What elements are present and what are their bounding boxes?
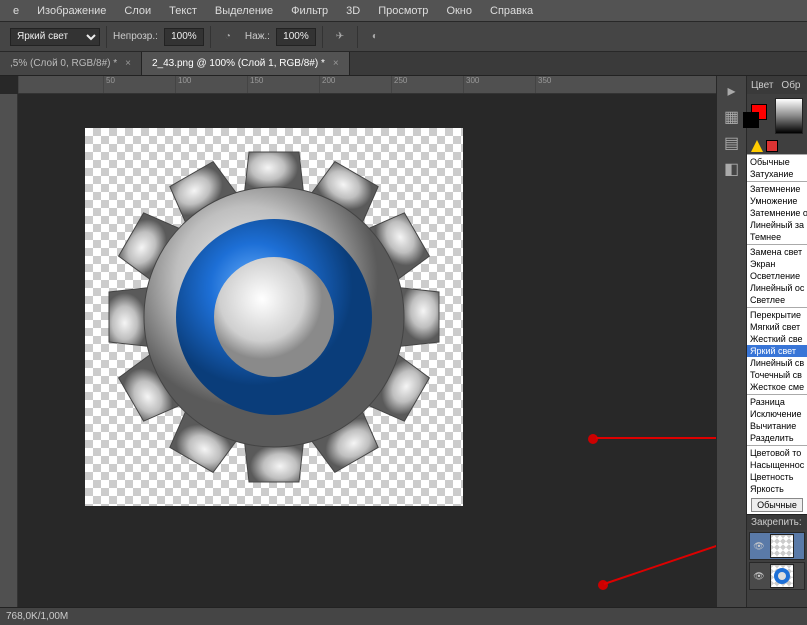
- canvas-area: 50 100 150 200 250 300 350: [0, 76, 716, 607]
- pressure-size-icon[interactable]: ◐: [364, 27, 386, 47]
- layer-row[interactable]: 👁: [749, 562, 805, 590]
- doc-size-label: 768,0K/1,00M: [6, 611, 68, 622]
- document-tab[interactable]: ,5% (Слой 0, RGB/8#) * ×: [0, 52, 142, 75]
- menu-item[interactable]: Слои: [115, 5, 160, 17]
- vertical-ruler[interactable]: [0, 94, 18, 607]
- close-icon[interactable]: ×: [125, 58, 131, 69]
- collapsed-panel-strip: ▸ ▦ ▤ ◧: [716, 76, 746, 607]
- opacity-label: Непрозр.:: [113, 31, 158, 42]
- menu-item[interactable]: Текст: [160, 5, 206, 17]
- pressure-opacity-icon[interactable]: ◔: [217, 27, 239, 47]
- lock-label: Закрепить:: [747, 514, 807, 530]
- menu-item[interactable]: Справка: [481, 5, 542, 17]
- visibility-eye-icon[interactable]: 👁: [750, 567, 768, 585]
- gear-image: [104, 147, 444, 487]
- visibility-eye-icon[interactable]: 👁: [750, 537, 768, 555]
- airbrush-icon[interactable]: ✈: [329, 27, 351, 47]
- right-panels: Цвет Обр Обычные Затухание Затемнение Ум…: [746, 76, 807, 607]
- opacity-input[interactable]: [164, 28, 204, 46]
- blend-mode-select[interactable]: Яркий свет: [10, 28, 100, 46]
- color-ramp[interactable]: [775, 98, 803, 134]
- annotation-arrow: [598, 536, 716, 596]
- annotation-arrow: [588, 432, 716, 452]
- tab-label: ,5% (Слой 0, RGB/8#) *: [10, 58, 117, 69]
- layers-panel: 👁 👁: [747, 530, 807, 594]
- history-panel-icon[interactable]: ▦: [721, 106, 743, 128]
- options-bar: Яркий свет Непрозр.: ◔ Наж.: ✈ ◐: [0, 22, 807, 52]
- blend-normal-button[interactable]: Обычные: [751, 498, 803, 512]
- close-icon[interactable]: ×: [333, 58, 339, 69]
- panel-toggle-icon[interactable]: ▸: [721, 80, 743, 102]
- props-tab[interactable]: Обр: [781, 80, 800, 91]
- flow-label: Наж.:: [245, 31, 270, 42]
- gamut-warning-icon[interactable]: [751, 140, 763, 152]
- flow-input[interactable]: [276, 28, 316, 46]
- annotation-dot: [588, 434, 598, 444]
- status-bar: 768,0K/1,00M: [0, 607, 807, 625]
- menu-item[interactable]: 3D: [337, 5, 369, 17]
- properties-panel-icon[interactable]: ◧: [721, 158, 743, 180]
- menu-item[interactable]: Фильтр: [282, 5, 337, 17]
- document-tab[interactable]: 2_43.png @ 100% (Слой 1, RGB/8#) * ×: [142, 52, 350, 75]
- blend-mode-list[interactable]: Обычные Затухание Затемнение Умножение З…: [747, 154, 807, 514]
- tab-label: 2_43.png @ 100% (Слой 1, RGB/8#) *: [152, 58, 325, 69]
- menu-item[interactable]: Выделение: [206, 5, 282, 17]
- document-tabs: ,5% (Слой 0, RGB/8#) * × 2_43.png @ 100%…: [0, 52, 807, 76]
- actions-panel-icon[interactable]: ▤: [721, 132, 743, 154]
- menu-item[interactable]: Изображение: [28, 5, 115, 17]
- last-color-swatch[interactable]: [766, 140, 778, 152]
- color-tab[interactable]: Цвет: [751, 80, 773, 91]
- horizontal-ruler[interactable]: 50 100 150 200 250 300 350: [18, 76, 716, 94]
- document-canvas[interactable]: [85, 128, 463, 506]
- annotation-dot: [598, 580, 608, 590]
- background-swatch[interactable]: [743, 112, 759, 128]
- layer-thumbnail[interactable]: [770, 534, 794, 558]
- layer-row[interactable]: 👁: [749, 532, 805, 560]
- color-panel-header[interactable]: Цвет Обр: [747, 76, 807, 94]
- layer-thumbnail[interactable]: [770, 564, 794, 588]
- menu-item[interactable]: Окно: [437, 5, 481, 17]
- menu-item[interactable]: Просмотр: [369, 5, 437, 17]
- menu-item[interactable]: е: [4, 5, 28, 17]
- menubar: е Изображение Слои Текст Выделение Фильт…: [0, 0, 807, 22]
